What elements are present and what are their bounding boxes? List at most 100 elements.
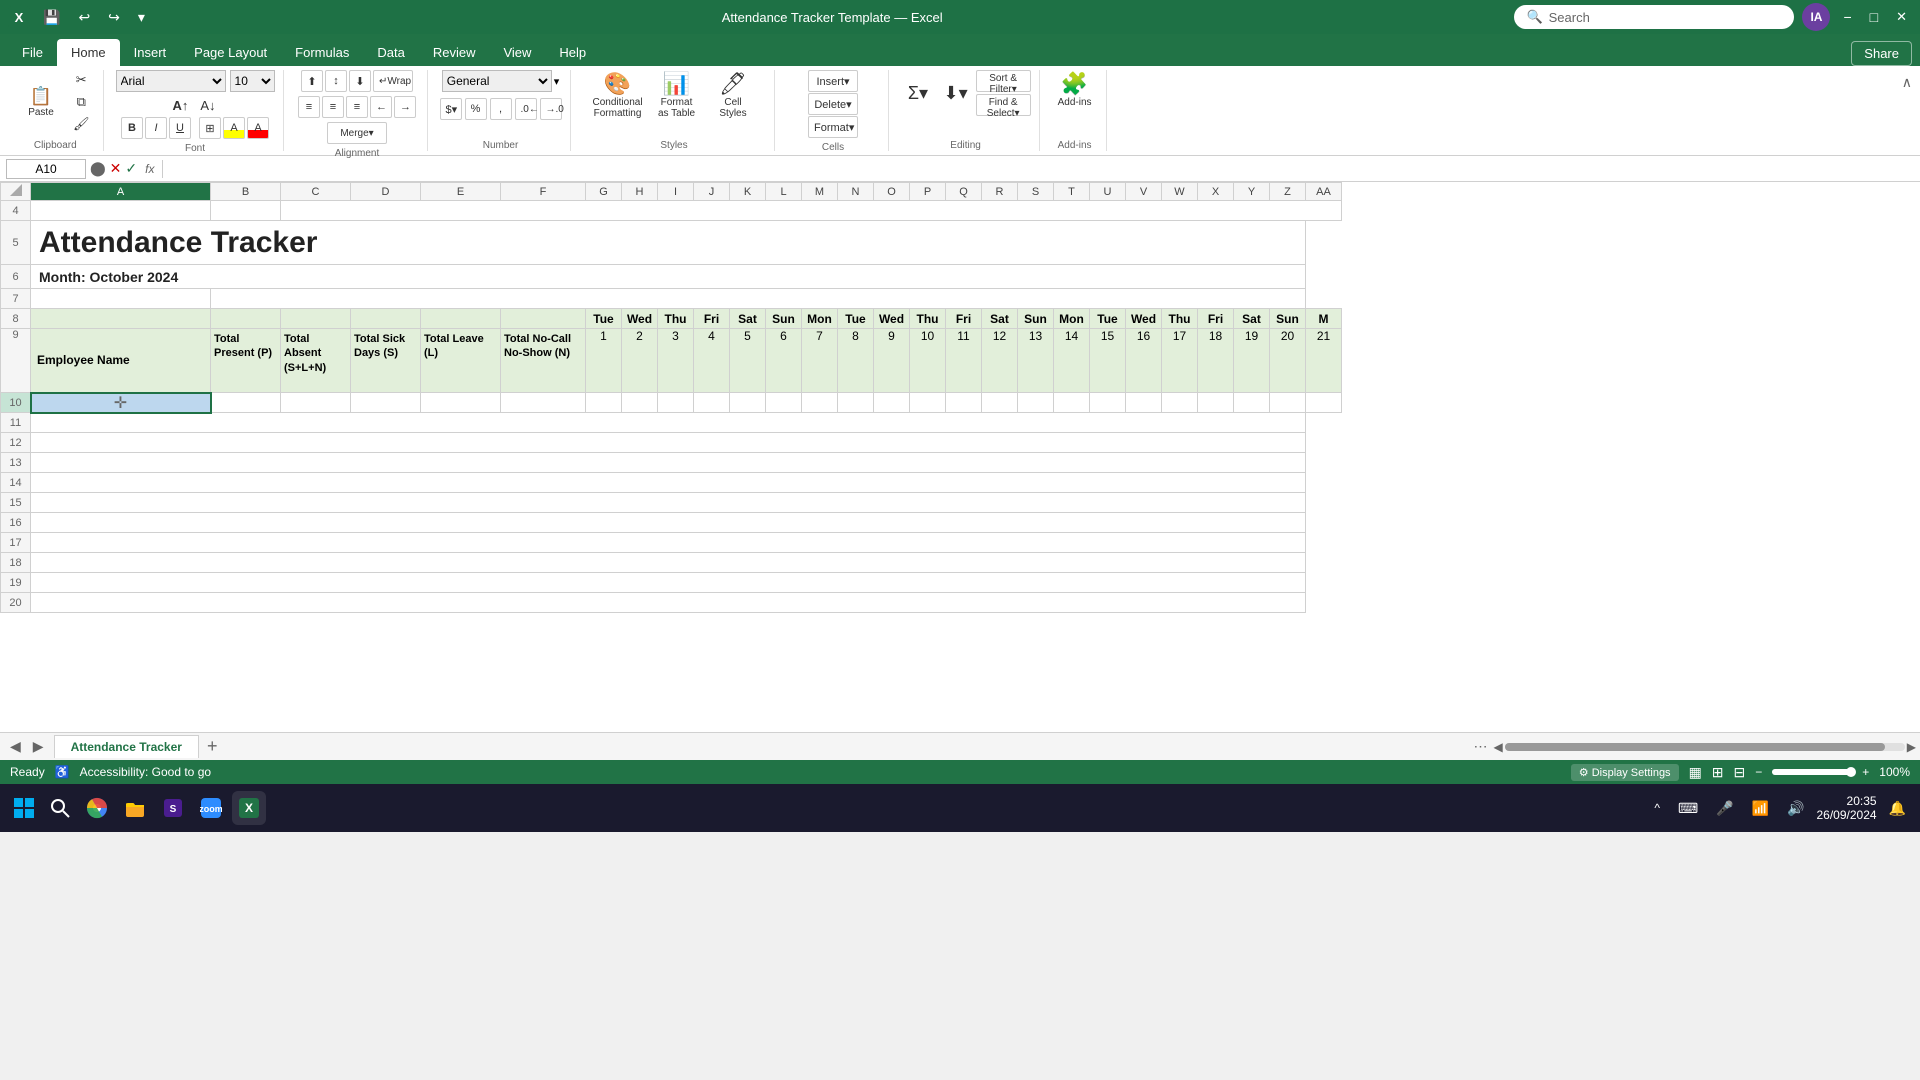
percent-button[interactable]: % [465, 98, 487, 120]
col-header-V[interactable]: V [1126, 183, 1162, 201]
cell-H8-wed[interactable]: Wed [622, 309, 658, 329]
number-format-select[interactable]: General Number Currency Percentage [442, 70, 552, 92]
cell-K9-d5[interactable]: 5 [730, 329, 766, 393]
spreadsheet-container[interactable]: A B C D E F G H I J K L M N O P Q R S T [0, 182, 1920, 732]
row-20-cells[interactable] [31, 593, 1306, 613]
fill-button[interactable]: ⬇▾ [938, 81, 974, 105]
close-button[interactable]: ✕ [1891, 7, 1912, 27]
cell-K8-sat[interactable]: Sat [730, 309, 766, 329]
cell-Q9-d11[interactable]: 11 [946, 329, 982, 393]
tab-data[interactable]: Data [363, 39, 418, 66]
cell-M9-d7[interactable]: 7 [802, 329, 838, 393]
normal-view-button[interactable]: ▦ [1689, 764, 1702, 781]
col-header-W[interactable]: W [1162, 183, 1198, 201]
cell-E8[interactable] [421, 309, 501, 329]
align-left-button[interactable]: ≡ [298, 96, 320, 118]
format-painter-button[interactable]: 🖌 [68, 114, 95, 134]
cell-AA8-mon[interactable]: M [1306, 309, 1342, 329]
cell-AA9-d21[interactable]: 21 [1306, 329, 1342, 393]
row-12-cells[interactable] [31, 433, 1306, 453]
col-header-U[interactable]: U [1090, 183, 1126, 201]
col-header-K[interactable]: K [730, 183, 766, 201]
cell-M8-mon[interactable]: Mon [802, 309, 838, 329]
cell-B9-present[interactable]: Total Present (P) [211, 329, 281, 393]
cell-D9-sick[interactable]: Total Sick Days (S) [351, 329, 421, 393]
tab-help[interactable]: Help [545, 39, 600, 66]
tab-options-button[interactable]: ⋯ [1474, 738, 1488, 755]
col-header-D[interactable]: D [351, 183, 421, 201]
decrease-decimal-button[interactable]: .0← [515, 98, 537, 120]
cell-C4-rest[interactable] [281, 201, 1342, 221]
cell-I10[interactable] [658, 393, 694, 413]
col-header-N[interactable]: N [838, 183, 874, 201]
col-header-AA[interactable]: AA [1306, 183, 1342, 201]
border-button[interactable]: ⊞ [199, 117, 221, 139]
chrome-button[interactable] [80, 791, 114, 825]
cell-F10[interactable] [501, 393, 586, 413]
page-layout-view-button[interactable]: ⊞ [1712, 764, 1724, 781]
row-13-cells[interactable] [31, 453, 1306, 473]
fill-color-button[interactable]: A [223, 117, 245, 139]
comma-button[interactable]: , [490, 98, 512, 120]
cell-W9-d17[interactable]: 17 [1162, 329, 1198, 393]
scroll-left-button[interactable]: ◀ [1494, 740, 1503, 754]
cell-E10[interactable] [421, 393, 501, 413]
cell-styles-button[interactable]: 🖊 Cell Styles [708, 70, 758, 122]
cell-G8-tue[interactable]: Tue [586, 309, 622, 329]
confirm-formula-button[interactable]: ✓ [125, 160, 137, 177]
merge-center-button[interactable]: Merge▾ [327, 122, 387, 144]
tab-view[interactable]: View [489, 39, 545, 66]
col-header-O[interactable]: O [874, 183, 910, 201]
wrap-text-button[interactable]: ↵Wrap [373, 70, 413, 92]
cut-button[interactable]: ✂ [68, 70, 95, 90]
zoom-handle[interactable] [1846, 767, 1856, 777]
decrease-font-button[interactable]: A↓ [195, 96, 220, 115]
cell-O9-d9[interactable]: 9 [874, 329, 910, 393]
tab-insert[interactable]: Insert [120, 39, 181, 66]
cell-W8-thu[interactable]: Thu [1162, 309, 1198, 329]
share-button[interactable]: Share [1851, 41, 1912, 66]
cell-S10[interactable] [1018, 393, 1054, 413]
row-17-cells[interactable] [31, 533, 1306, 553]
cell-M10[interactable] [802, 393, 838, 413]
cell-L8-sun[interactable]: Sun [766, 309, 802, 329]
tab-page-layout[interactable]: Page Layout [180, 39, 281, 66]
microphone-button[interactable]: 🎤 [1710, 794, 1739, 823]
cell-S9-d13[interactable]: 13 [1018, 329, 1054, 393]
zoom-app-button[interactable]: zoom [194, 791, 228, 825]
save-button[interactable]: 💾 [38, 7, 65, 28]
col-header-P[interactable]: P [910, 183, 946, 201]
copy-button[interactable]: ⧉ [68, 92, 95, 112]
delete-cells-button[interactable]: Delete▾ [808, 93, 858, 115]
align-middle-button[interactable]: ↕ [325, 70, 347, 92]
cell-P10[interactable] [910, 393, 946, 413]
bold-button[interactable]: B [121, 117, 143, 139]
notification-button[interactable]: 🔔 [1883, 794, 1912, 823]
cell-reference-box[interactable] [6, 159, 86, 179]
italic-button[interactable]: I [145, 117, 167, 139]
col-header-T[interactable]: T [1054, 183, 1090, 201]
cell-E9-leave[interactable]: Total Leave (L) [421, 329, 501, 393]
col-header-H[interactable]: H [622, 183, 658, 201]
tab-next-button[interactable]: ▶ [27, 736, 50, 757]
col-header-Q[interactable]: Q [946, 183, 982, 201]
cell-V9-d16[interactable]: 16 [1126, 329, 1162, 393]
col-header-R[interactable]: R [982, 183, 1018, 201]
insert-cells-button[interactable]: Insert▾ [808, 70, 858, 92]
expand-formula-button[interactable]: ⬤ [90, 160, 106, 177]
addins-button[interactable]: 🧩 Add-ins [1052, 70, 1098, 111]
cell-B4[interactable] [211, 201, 281, 221]
file-explorer-button[interactable] [118, 791, 152, 825]
display-settings-button[interactable]: ⚙ Display Settings [1571, 764, 1679, 781]
cell-J9-d4[interactable]: 4 [694, 329, 730, 393]
cell-Z10[interactable] [1270, 393, 1306, 413]
tab-formulas[interactable]: Formulas [281, 39, 363, 66]
cell-B8[interactable] [211, 309, 281, 329]
cell-O10[interactable] [874, 393, 910, 413]
row-18-cells[interactable] [31, 553, 1306, 573]
col-header-B[interactable]: B [211, 183, 281, 201]
decrease-indent-button[interactable]: ← [370, 96, 392, 118]
cell-R10[interactable] [982, 393, 1018, 413]
cell-L9-d6[interactable]: 6 [766, 329, 802, 393]
cell-N9-d8[interactable]: 8 [838, 329, 874, 393]
